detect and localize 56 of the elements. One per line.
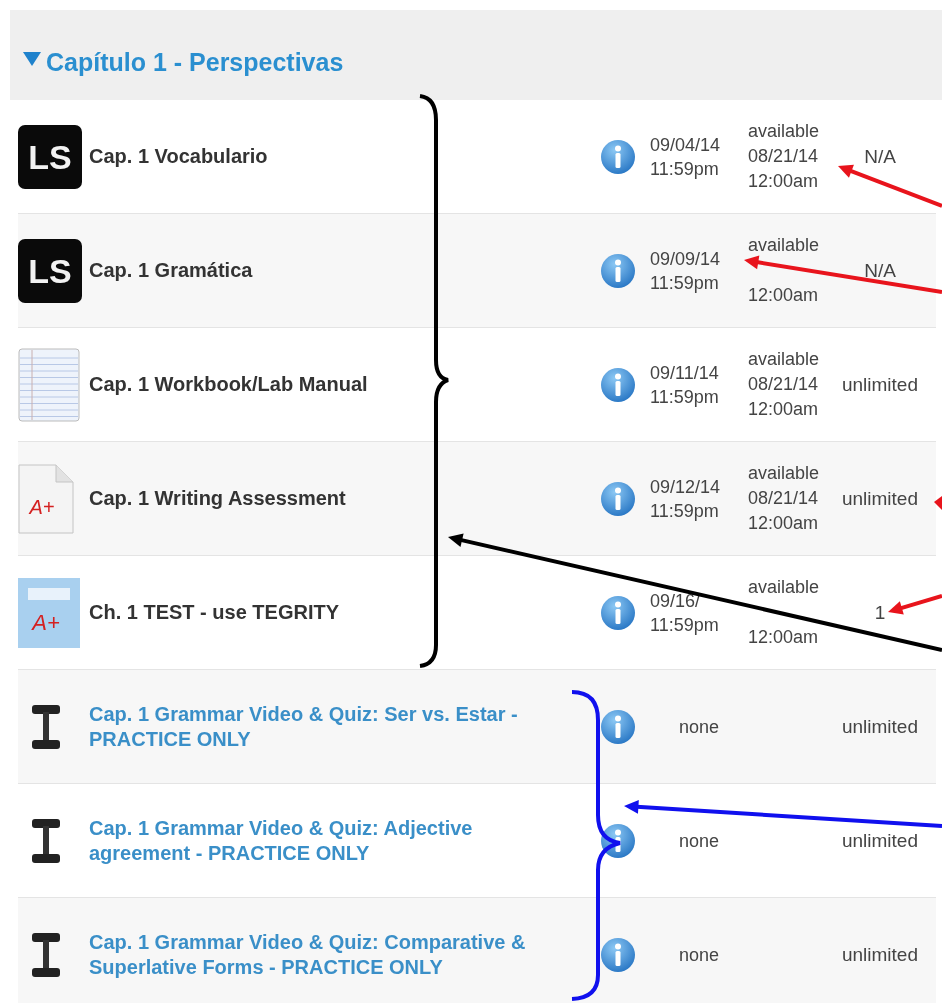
available-time: 12:00am (748, 170, 820, 193)
assignment-title: Ch. 1 TEST - use TEGRITY (89, 600, 341, 625)
due-date: 09/04/14 11:59pm (649, 133, 722, 181)
available-label: available (748, 462, 821, 485)
info-icon[interactable] (600, 138, 636, 175)
available-label: available (748, 348, 821, 371)
info-icon[interactable] (600, 480, 636, 517)
assignment-title: Cap. 1 Workbook/Lab Manual (89, 372, 369, 397)
available-label: available (748, 576, 821, 599)
attempts: unlimited (841, 487, 918, 510)
assignment-link[interactable]: Cap. 1 Grammar Video & Quiz: Adjective agreement - PRACTICE ONLY (89, 815, 559, 866)
available-label: available (748, 234, 821, 257)
available-label: available (748, 120, 821, 143)
test-icon: A+ (18, 577, 80, 648)
dumbbell-icon (30, 702, 62, 751)
dumbbell-icon (30, 816, 62, 865)
info-icon[interactable] (600, 252, 636, 289)
logo-icon: LS (18, 238, 82, 303)
available-time: 12:00am (748, 512, 820, 535)
logo-icon: LS (18, 124, 82, 189)
available-time: 12:00am (748, 284, 820, 307)
info-icon[interactable] (600, 594, 636, 631)
due-date: none (677, 715, 720, 739)
available-date: 08/21/14 (748, 487, 820, 510)
document-icon: A+ (18, 463, 74, 534)
attempts: unlimited (841, 829, 918, 852)
arrow (934, 496, 942, 510)
due-date: 09/11/14 11:59pm (649, 361, 720, 409)
available-time: 12:00am (748, 398, 820, 421)
assignment-title: Cap. 1 Writing Assessment (89, 486, 347, 511)
attempts: unlimited (841, 373, 918, 396)
attempts: 1 (874, 601, 886, 624)
available-date: 08/21/14 (748, 145, 820, 168)
info-icon[interactable] (600, 822, 636, 859)
attempts: N/A (864, 259, 896, 282)
info-icon[interactable] (600, 708, 636, 745)
attempts: unlimited (841, 943, 918, 966)
due-date: 09/12/14 11:59pm (649, 475, 722, 523)
due-date: 09/09/14 11:59pm (649, 247, 722, 295)
available-time: 12:00am (748, 626, 820, 649)
caret-icon[interactable] (22, 50, 42, 68)
due-date: none (677, 829, 720, 853)
due-date: 09/16/ 11:59pm (649, 589, 720, 637)
info-icon[interactable] (600, 366, 636, 403)
assignment-link[interactable]: Cap. 1 Grammar Video & Quiz: Ser vs. Estar - PRACTICE ONLY (89, 701, 559, 752)
assignment-link[interactable]: Cap. 1 Grammar Video & Quiz: Comparative & Superlative Forms - PRACTICE ONLY (89, 929, 559, 980)
info-icon[interactable] (600, 936, 636, 973)
dumbbell-icon (30, 930, 62, 979)
assignment-title: Cap. 1 Vocabulario (89, 144, 269, 169)
assignment-title: Cap. 1 Gramática (89, 258, 254, 283)
attempts: N/A (864, 145, 896, 168)
attempts: unlimited (841, 715, 918, 738)
available-date: 08/21/14 (748, 373, 820, 396)
notebook-icon (18, 347, 80, 422)
section-title[interactable]: Capítulo 1 - Perspectivas (46, 47, 344, 77)
due-date: none (677, 943, 720, 967)
